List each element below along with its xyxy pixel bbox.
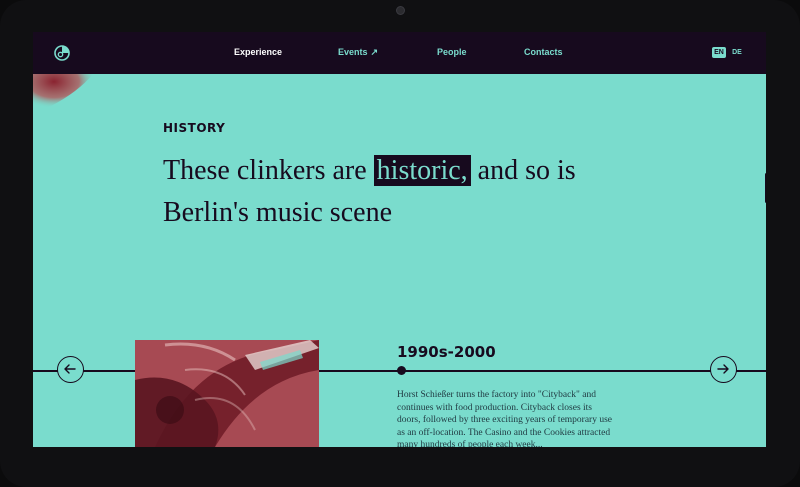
history-headline: These clinkers are historic, and so is B…	[163, 150, 633, 234]
timeline-prev-button[interactable]	[57, 356, 84, 383]
arrow-left-icon	[64, 364, 76, 374]
headline-part-1: These clinkers are	[163, 155, 367, 186]
nav-contacts[interactable]: Contacts	[524, 47, 563, 57]
era-description: Horst Schießer turns the factory into "C…	[397, 390, 613, 447]
nav-people[interactable]: People	[437, 47, 467, 57]
section-label: HISTORY	[163, 121, 226, 135]
arrow-right-icon	[717, 364, 729, 374]
headline-highlight: historic,	[373, 155, 471, 186]
nav-experience[interactable]: Experience	[234, 47, 282, 57]
timeline-next-button[interactable]	[710, 356, 737, 383]
timeline-marker	[397, 366, 406, 375]
era-photo	[135, 340, 319, 447]
language-de-button[interactable]: DE	[730, 47, 744, 58]
screen: Experience Events ↗ People Contacts EN DE…	[33, 32, 766, 447]
language-en-button[interactable]: EN	[712, 47, 726, 58]
nav-events[interactable]: Events ↗	[338, 47, 378, 58]
scrollbar-thumb[interactable]	[765, 173, 766, 203]
decorative-photo-corner	[33, 74, 93, 112]
arrow-up-right-icon: ↗	[370, 47, 379, 57]
tablet-frame: Experience Events ↗ People Contacts EN DE…	[0, 0, 800, 487]
nav-events-label: Events	[338, 47, 368, 57]
club-logo-icon[interactable]	[53, 44, 71, 62]
camera-dot	[396, 6, 405, 15]
era-title: 1990s-2000	[397, 343, 496, 361]
top-navigation-bar: Experience Events ↗ People Contacts EN DE	[33, 32, 766, 74]
